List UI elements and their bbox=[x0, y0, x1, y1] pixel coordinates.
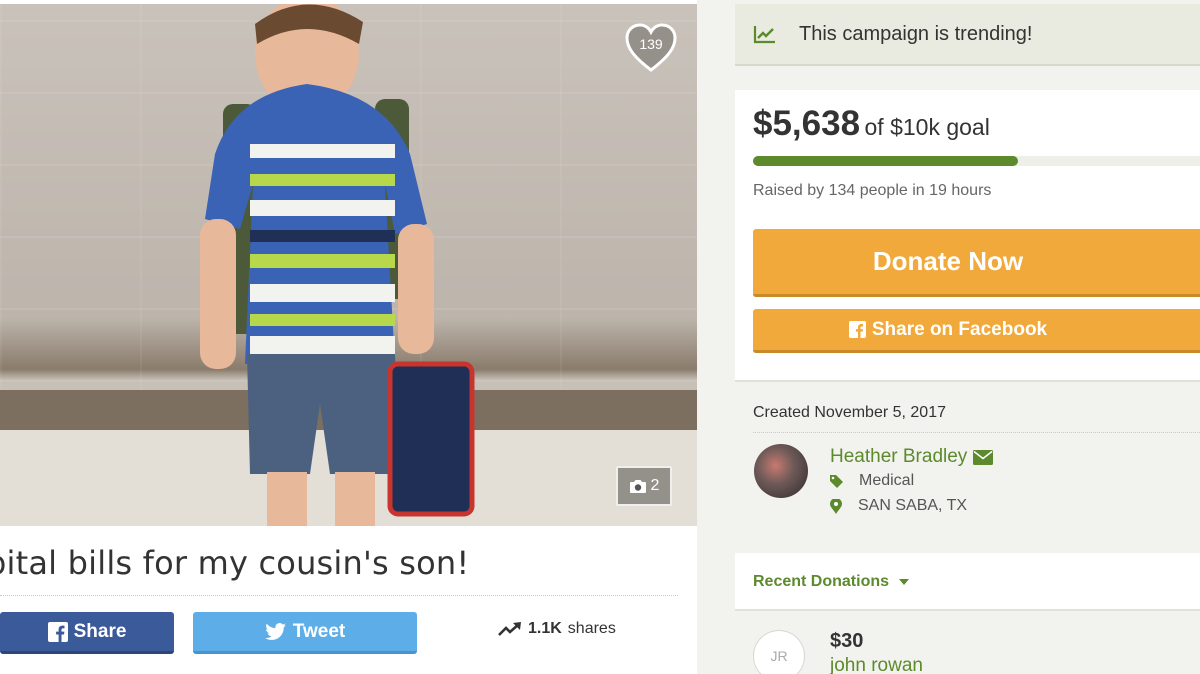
donor-avatar: JR bbox=[753, 630, 805, 674]
heart-count: 139 bbox=[639, 36, 663, 52]
progress-fill bbox=[753, 156, 1018, 166]
line-chart-icon bbox=[753, 26, 775, 44]
photo-count-label: 2 bbox=[650, 477, 660, 494]
trending-text: This campaign is trending! bbox=[799, 22, 1033, 45]
trending-banner: This campaign is trending! bbox=[735, 4, 1200, 66]
campaign-photo[interactable]: 139 2 bbox=[0, 4, 697, 526]
raised-value: $5,638 bbox=[753, 104, 861, 143]
envelope-icon[interactable] bbox=[973, 449, 994, 465]
share-count: 1.1K shares bbox=[498, 620, 616, 638]
tweet-button[interactable]: Tweet bbox=[193, 612, 417, 654]
share-count-suffix: shares bbox=[567, 620, 616, 637]
organizer-name: Heather Bradley bbox=[830, 446, 968, 467]
facebook-icon bbox=[47, 621, 68, 642]
campaign-main: 139 2 pital bills for my cousin's son! S… bbox=[0, 0, 697, 674]
recent-donations-toggle[interactable]: Recent Donations bbox=[753, 573, 910, 591]
share-count-number: 1.1K bbox=[528, 620, 562, 637]
campaign-category: Medical bbox=[830, 472, 914, 490]
donation-amount: $30 bbox=[830, 630, 864, 652]
funding-card: $5,638 of $10k goal Raised by 134 people… bbox=[735, 90, 1200, 382]
share-on-facebook-button[interactable]: Share on Facebook bbox=[753, 309, 1200, 353]
campaign-location: SAN SABA, TX bbox=[830, 497, 967, 515]
goal-text: of $10k goal bbox=[864, 114, 990, 140]
donate-now-button[interactable]: Donate Now bbox=[753, 229, 1200, 297]
title-divider bbox=[0, 595, 678, 596]
location-label: SAN SABA, TX bbox=[858, 497, 968, 514]
camera-icon bbox=[629, 479, 646, 493]
twitter-icon bbox=[264, 622, 286, 640]
raised-by-text: Raised by 134 people in 19 hours bbox=[753, 182, 992, 199]
recent-donations-label: Recent Donations bbox=[753, 573, 890, 590]
organizer-avatar[interactable] bbox=[754, 444, 808, 498]
facebook-share-button[interactable]: Share bbox=[0, 612, 174, 654]
raised-amount: $5,638 of $10k goal bbox=[753, 104, 990, 144]
category-label: Medical bbox=[859, 472, 915, 489]
photo-gallery-button[interactable]: 2 bbox=[616, 466, 672, 506]
child-figure bbox=[200, 4, 475, 526]
trending-arrow-icon bbox=[498, 622, 521, 636]
recent-donations-card[interactable]: Recent Donations bbox=[735, 553, 1200, 611]
share-on-facebook-label: Share on Facebook bbox=[871, 318, 1048, 340]
like-heart[interactable]: 139 bbox=[624, 22, 678, 74]
map-pin-icon bbox=[830, 498, 842, 514]
progress-bar bbox=[753, 156, 1200, 166]
created-date: Created November 5, 2017 bbox=[753, 404, 946, 421]
facebook-icon bbox=[848, 321, 866, 338]
facebook-share-label: Share bbox=[73, 620, 127, 642]
caret-down-icon bbox=[899, 579, 910, 585]
tag-icon bbox=[830, 474, 843, 488]
campaign-title: pital bills for my cousin's son! bbox=[0, 544, 470, 582]
tweet-label: Tweet bbox=[292, 620, 346, 642]
donor-name: john rowan bbox=[830, 655, 923, 674]
organizer-divider bbox=[753, 432, 1200, 433]
organizer-name-link[interactable]: Heather Bradley bbox=[830, 446, 994, 468]
